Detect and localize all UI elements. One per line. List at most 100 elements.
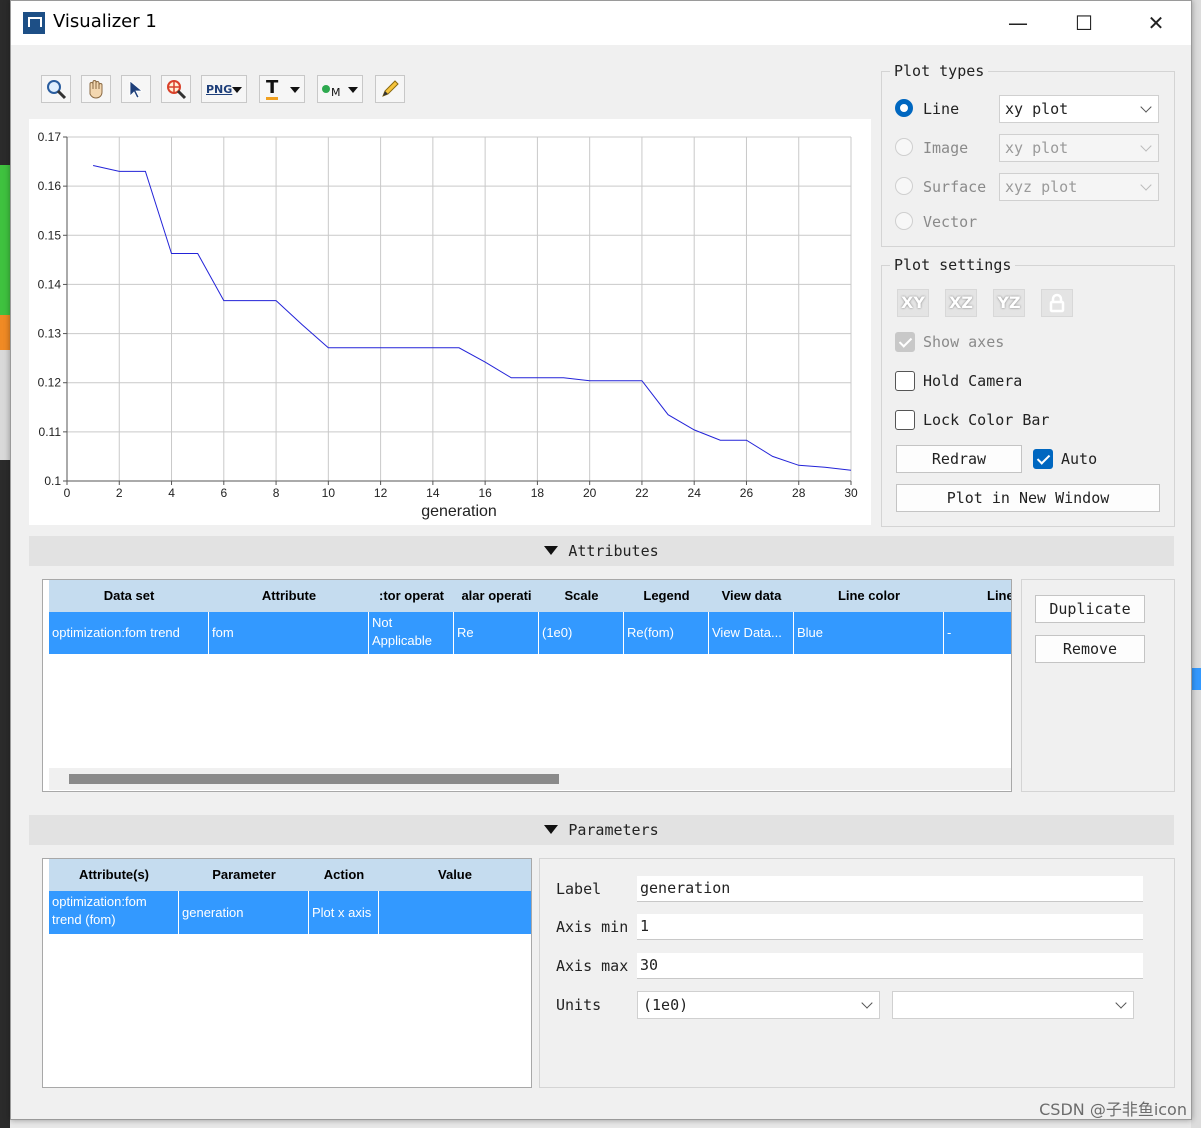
line-plot-select[interactable]: xy plot (999, 95, 1159, 123)
lock-view-button[interactable] (1041, 289, 1073, 317)
x-tick-label: 16 (478, 486, 492, 500)
axis-min-label: Axis min (556, 918, 629, 936)
units-secondary-select[interactable] (892, 991, 1134, 1019)
col-value[interactable]: Value (379, 859, 531, 891)
close-button[interactable]: ✕ (1143, 11, 1169, 37)
view-xy-button[interactable]: XY (897, 289, 929, 317)
text-icon: T (266, 76, 279, 100)
chevron-down-icon (1140, 179, 1152, 191)
auto-checkbox[interactable] (1033, 449, 1053, 469)
attributes-section-title: Attributes (568, 542, 659, 560)
col-line-style[interactable]: Line (944, 580, 1011, 612)
plot-settings-title: Plot settings (890, 256, 1016, 274)
units-select[interactable]: (1e0) (637, 991, 880, 1019)
horizontal-scrollbar[interactable] (49, 768, 1011, 790)
desktop-strip-right-blue (1191, 668, 1201, 690)
x-tick-label: 12 (374, 486, 388, 500)
x-tick-label: 24 (688, 486, 702, 500)
fom-trend-chart[interactable]: 0 2 4 6 8 10 12 14 16 18 20 22 24 26 28 300.10.110.120.… (29, 119, 871, 525)
lock-color-bar-checkbox[interactable] (895, 410, 915, 430)
col-view-data[interactable]: View data (709, 580, 794, 612)
parameters-section-header[interactable]: Parameters (29, 815, 1174, 845)
text-annotation-button[interactable]: T (259, 75, 305, 103)
data-cursor-button[interactable] (161, 75, 191, 103)
marker-button[interactable]: M (317, 75, 363, 103)
radio-image[interactable] (895, 138, 913, 156)
app-icon (23, 12, 45, 34)
y-tick-label: 0.12 (38, 376, 62, 390)
cell-view-data[interactable]: View Data... (709, 612, 794, 654)
chevron-down-icon (1140, 140, 1152, 152)
surface-plot-select[interactable]: xyz plot (999, 173, 1159, 201)
axis-min-input[interactable]: 1 (637, 914, 1143, 940)
visualizer-window: Visualizer 1 — ☐ ✕ PNG T M 0 2 4 6 8 10 … (10, 0, 1192, 1120)
desktop-strip-orange (0, 315, 10, 350)
show-axes-label: Show axes (923, 333, 1005, 351)
cell-attribute: fom (209, 612, 369, 654)
y-tick-label: 0.14 (38, 277, 62, 291)
collapse-triangle-icon (544, 546, 559, 555)
radio-surface[interactable] (895, 177, 913, 195)
image-plot-select-value: xy plot (1005, 139, 1069, 157)
col-legend[interactable]: Legend (624, 580, 709, 612)
cell-attributes: optimization:fom trend (fom) (49, 891, 179, 934)
col-data-set[interactable]: Data set (49, 580, 209, 612)
plot-area[interactable]: 0 2 4 6 8 10 12 14 16 18 20 22 24 26 28 30 0.1 0.11 0.12 0.… (29, 119, 871, 525)
marker-icon: M (331, 85, 341, 99)
view-yz-button[interactable]: YZ (993, 289, 1025, 317)
series-line (92, 165, 852, 471)
parameters-table: Attribute(s) Parameter Action Value opti… (42, 858, 532, 1088)
table-row[interactable]: optimization:fom trend (fom) generation … (49, 891, 531, 934)
parameters-table-header: Attribute(s) Parameter Action Value (49, 859, 531, 891)
zoom-tool-button[interactable] (41, 75, 71, 103)
cell-scalar-operation: Re (454, 612, 539, 654)
radio-surface-label: Surface (923, 178, 987, 196)
x-tick-label: 0 (64, 486, 71, 500)
hold-camera-checkbox[interactable] (895, 371, 915, 391)
magnifier-icon (47, 80, 67, 100)
col-vector-operation[interactable]: :tor operat (369, 580, 454, 612)
attributes-section-header[interactable]: Attributes (29, 536, 1174, 566)
chevron-down-icon (1140, 101, 1152, 113)
col-action[interactable]: Action (309, 859, 379, 891)
table-row[interactable]: optimization:fom trend fom Not Applicabl… (49, 612, 1011, 654)
plot-in-new-window-button[interactable]: Plot in New Window (896, 484, 1160, 512)
attributes-table-header: Data set Attribute :tor operat alar oper… (49, 580, 1011, 612)
auto-label: Auto (1061, 450, 1098, 468)
x-tick-label: 14 (426, 486, 440, 500)
pencil-icon (382, 80, 399, 97)
redraw-button[interactable]: Redraw (896, 445, 1022, 473)
select-tool-button[interactable] (121, 75, 151, 103)
x-tick-label: 22 (635, 486, 649, 500)
x-tick-label: 20 (583, 486, 597, 500)
minimize-button[interactable]: — (1005, 11, 1031, 37)
col-attributes[interactable]: Attribute(s) (49, 859, 179, 891)
radio-line-label: Line (923, 100, 960, 118)
pan-tool-button[interactable] (81, 75, 111, 103)
view-xz-button[interactable]: XZ (945, 289, 977, 317)
col-attribute[interactable]: Attribute (209, 580, 369, 612)
col-line-color[interactable]: Line color (794, 580, 944, 612)
x-tick-label: 26 (740, 486, 754, 500)
axis-max-input[interactable]: 30 (637, 953, 1143, 979)
col-parameter[interactable]: Parameter (179, 859, 309, 891)
maximize-button[interactable]: ☐ (1071, 11, 1097, 37)
col-scale[interactable]: Scale (539, 580, 624, 612)
radio-line[interactable] (895, 99, 913, 117)
col-scalar-operation[interactable]: alar operati (454, 580, 539, 612)
show-axes-checkbox[interactable] (895, 332, 915, 352)
label-input[interactable]: generation (637, 876, 1143, 902)
edit-plot-button[interactable] (375, 75, 405, 103)
radio-vector[interactable] (895, 212, 913, 230)
plot-types-title: Plot types (890, 62, 989, 80)
remove-button[interactable]: Remove (1035, 635, 1145, 663)
cell-vector-operation: Not Applicable (369, 612, 454, 654)
duplicate-button[interactable]: Duplicate (1035, 595, 1145, 623)
x-tick-label: 18 (531, 486, 545, 500)
chevron-down-icon (290, 87, 300, 93)
export-png-button[interactable]: PNG (201, 75, 247, 103)
image-plot-select[interactable]: xy plot (999, 134, 1159, 162)
scrollbar-thumb[interactable] (69, 774, 559, 784)
hand-icon (89, 80, 103, 99)
cell-data-set: optimization:fom trend (49, 612, 209, 654)
